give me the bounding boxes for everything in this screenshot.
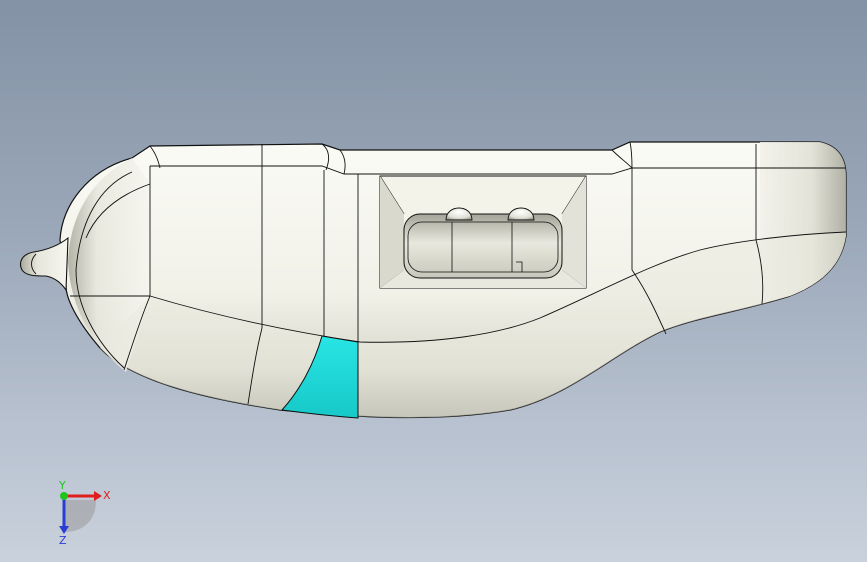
- y-axis-dot: [60, 492, 68, 500]
- z-axis-label: Z: [59, 534, 67, 546]
- part-model[interactable]: [0, 0, 867, 562]
- pocket-recess[interactable]: [379, 175, 587, 289]
- graphics-viewport[interactable]: X Y Z: [0, 0, 867, 562]
- pocket-floor: [403, 213, 563, 279]
- x-axis-label: X: [103, 489, 111, 502]
- x-axis-arrow: [94, 491, 102, 501]
- nozzle-tip[interactable]: [19, 236, 69, 292]
- coordinate-triad: X Y Z: [58, 480, 111, 546]
- triad-shadow: [64, 500, 96, 532]
- y-axis-label: Y: [58, 480, 66, 492]
